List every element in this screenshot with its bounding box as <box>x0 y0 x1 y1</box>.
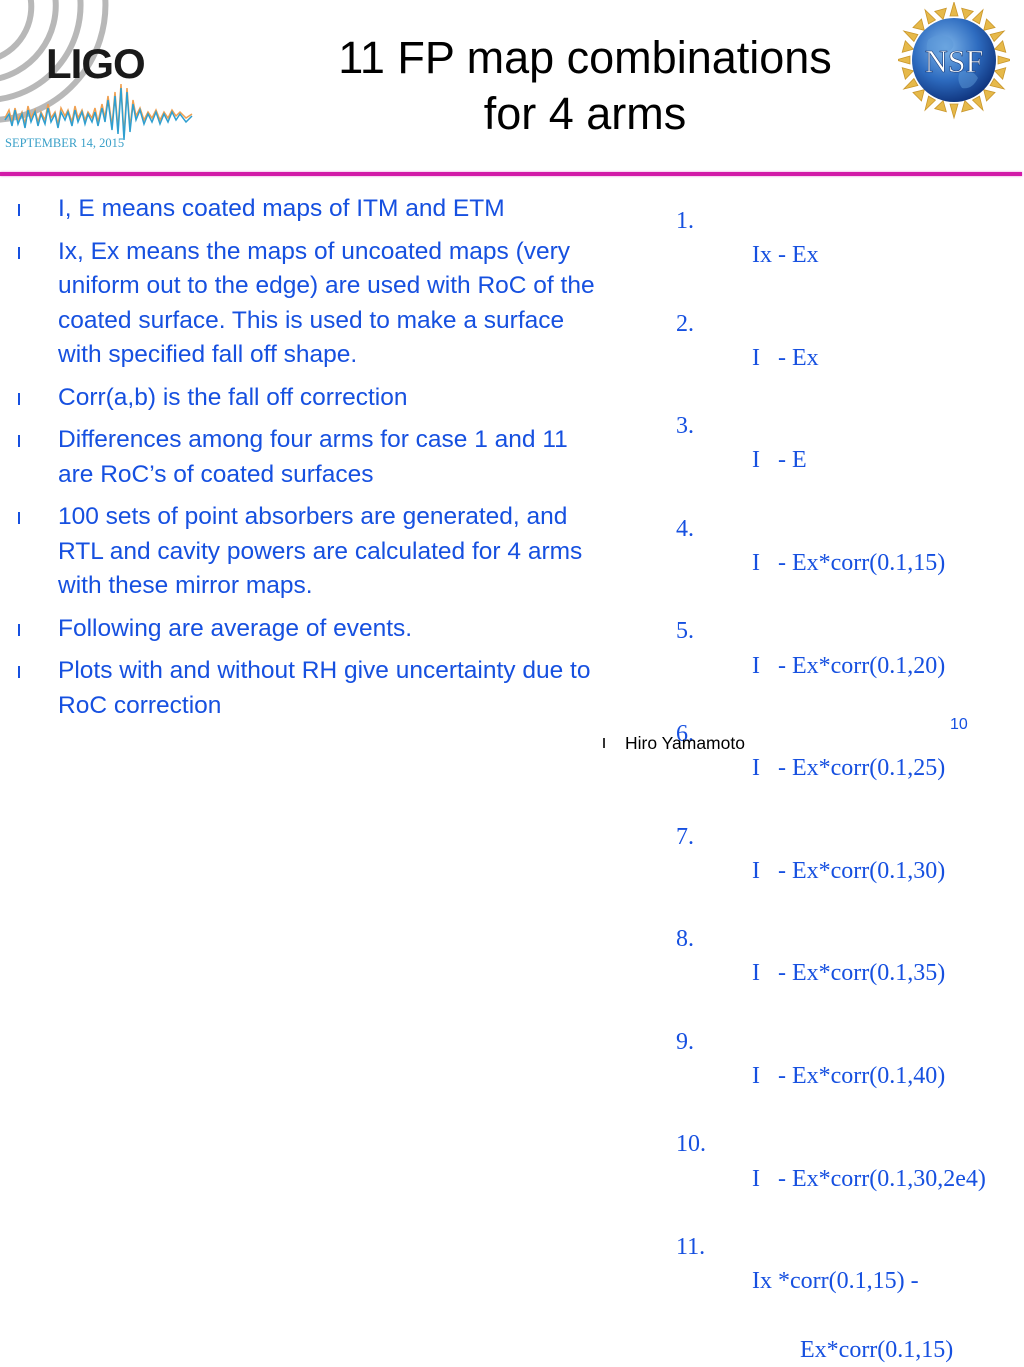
bullet-item: I, E means coated maps of ITM and ETM <box>0 192 600 227</box>
combination-text: I - Ex*corr(0.1,35) <box>752 960 946 987</box>
combination-item: 1. Ix - Ex <box>676 204 1021 307</box>
combination-item: 8. I - Ex*corr(0.1,35) <box>676 922 1021 1025</box>
bullet-marker-icon <box>18 204 20 216</box>
bullet-marker-icon <box>18 623 20 636</box>
combination-item: 11. Ix *corr(0.1,15) - <box>676 1230 1021 1333</box>
bullet-item: 100 sets of point absorbers are generate… <box>0 500 600 604</box>
combination-text: I - Ex*corr(0.1,30) <box>752 857 946 884</box>
combination-item: 10. I - Ex*corr(0.1,30,2e4) <box>676 1127 1021 1230</box>
combination-number: 5. <box>676 618 694 645</box>
combination-text: I - Ex*corr(0.1,30,2e4) <box>752 1165 986 1192</box>
combination-continuation: Ex*corr(0.1,15) <box>800 1336 954 1363</box>
combination-number: 8. <box>676 926 694 953</box>
nsf-wordmark: NSF <box>925 43 984 79</box>
combination-text: I - Ex*corr(0.1,15) <box>752 550 946 577</box>
combination-item: 7. I - Ex*corr(0.1,30) <box>676 820 1021 923</box>
combination-list: 1. Ix - Ex 2. I - Ex 3. I - E 4. I - Ex*corr… <box>676 204 1021 1367</box>
combination-item: 9. I - Ex*corr(0.1,40) <box>676 1025 1021 1128</box>
bullet-list: I, E means coated maps of ITM and ETM Ix… <box>0 192 600 731</box>
page-number: 10 <box>950 716 968 733</box>
ligo-logo: LIGO SEPTEMBER 14, 2015 <box>0 0 200 160</box>
title-line-1: 11 FP map combinations <box>338 32 832 83</box>
bullet-marker-icon <box>18 246 20 259</box>
slide-title: 11 FP map combinations for 4 arms <box>270 30 900 142</box>
footer-bullet-icon <box>603 738 605 748</box>
combination-item: 5. I - Ex*corr(0.1,20) <box>676 614 1021 717</box>
combination-number: 11. <box>676 1234 706 1261</box>
combination-text: I - Ex*corr(0.1,25) <box>752 755 946 782</box>
bullet-item: Differences among four arms for case 1 a… <box>0 423 600 492</box>
ligo-wordmark: LIGO <box>46 40 146 87</box>
bullet-item: Corr(a,b) is the fall off correction <box>0 381 600 416</box>
nsf-logo: NSF <box>894 0 1014 120</box>
bullet-marker-icon <box>18 392 20 405</box>
combination-number: 2. <box>676 310 694 337</box>
bullet-marker-icon <box>18 435 20 447</box>
nsf-emblem-icon: NSF <box>894 0 1014 120</box>
combination-number: 3. <box>676 413 694 440</box>
combination-text: Ix - Ex <box>752 242 819 269</box>
bullet-text: Corr(a,b) is the fall off correction <box>58 383 408 411</box>
combination-text: I - Ex*corr(0.1,20) <box>752 652 946 679</box>
bullet-item: Following are average of events. <box>0 612 600 647</box>
bullet-text: Ix, Ex means the maps of uncoated maps (… <box>58 237 595 369</box>
combination-text: I - Ex*corr(0.1,40) <box>752 1063 946 1090</box>
combination-item: 2. I - Ex <box>676 307 1021 410</box>
bullet-text: 100 sets of point absorbers are generate… <box>58 503 583 599</box>
title-line-2: for 4 arms <box>483 88 687 139</box>
bullet-text: Differences among four arms for case 1 a… <box>58 426 568 488</box>
combination-number: 10. <box>676 1131 706 1158</box>
bullet-item: Plots with and without RH give uncertain… <box>0 654 600 723</box>
combination-text: I - E <box>752 447 807 474</box>
combination-item: 3. I - E <box>676 409 1021 512</box>
bullet-marker-icon <box>18 666 20 678</box>
combination-number: 7. <box>676 823 694 850</box>
ligo-date-caption: SEPTEMBER 14, 2015 <box>5 136 125 150</box>
combination-number: 1. <box>676 208 694 234</box>
bullet-text: Following are average of events. <box>58 614 413 642</box>
combination-text: Ix *corr(0.1,15) - <box>752 1268 919 1295</box>
title-divider-line <box>0 172 1022 176</box>
combination-item: 4. I - Ex*corr(0.1,15) <box>676 512 1021 615</box>
bullet-text: Plots with and without RH give uncertain… <box>58 657 591 719</box>
combination-number: 9. <box>676 1028 694 1055</box>
combination-text: I - Ex <box>752 344 819 371</box>
combination-number: 4. <box>676 515 694 542</box>
bullet-text: I, E means coated maps of ITM and ETM <box>58 195 505 222</box>
footer-author: Hiro Yamamoto <box>625 733 745 753</box>
bullet-marker-icon <box>18 512 20 524</box>
bullet-item: Ix, Ex means the maps of uncoated maps (… <box>0 235 600 373</box>
